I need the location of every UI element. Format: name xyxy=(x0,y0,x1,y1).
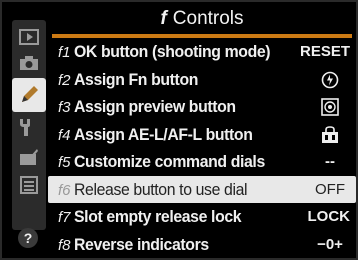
wrench-icon[interactable] xyxy=(19,118,39,136)
item-value: −0+ xyxy=(317,235,343,253)
item-code: f1 xyxy=(58,44,71,61)
help-button[interactable]: ? xyxy=(18,228,38,248)
item-label: OK button (shooting mode) xyxy=(73,42,271,61)
item-code: f8 xyxy=(58,236,71,254)
title-text: Controls xyxy=(172,8,244,29)
menu-item-assign-preview[interactable]: f3 Assign preview button xyxy=(58,93,356,121)
my-menu-icon[interactable] xyxy=(19,176,39,194)
retouch-icon[interactable] xyxy=(19,148,39,166)
settings-list: f1 OK button (shooting mode) RESET f2 Assi… xyxy=(48,38,356,259)
item-code: f5 xyxy=(58,154,71,171)
item-label: Customize command dials xyxy=(73,152,265,171)
item-value: OFF xyxy=(315,180,345,198)
menu-tabs-sidebar xyxy=(12,20,46,230)
pencil-icon[interactable] xyxy=(12,78,46,112)
menu-item-reverse-indicators[interactable]: f8 Reverse indicators −0+ xyxy=(58,231,356,259)
page-title: f Controls xyxy=(52,6,352,32)
ae-af-lock-icon xyxy=(316,125,344,144)
menu-item-ok-button[interactable]: f1 OK button (shooting mode) RESET xyxy=(58,38,356,66)
menu-item-slot-empty-lock[interactable]: f7 Slot empty release lock LOCK xyxy=(58,203,356,231)
item-value: RESET xyxy=(299,43,350,60)
item-code: f2 xyxy=(58,71,71,89)
custom-settings-screen: ? f Controls f1 OK button (shooting mode) … xyxy=(0,0,358,260)
menu-item-release-dial[interactable]: f6 Release button to use dial OFF xyxy=(48,175,356,203)
item-label: Slot empty release lock xyxy=(73,207,242,226)
item-label: Assign Fn button xyxy=(73,69,198,89)
bracket-icon xyxy=(316,71,344,89)
item-label: Release button to use dial xyxy=(73,179,248,199)
item-code: f7 xyxy=(58,209,71,226)
item-label: Reverse indicators xyxy=(73,234,209,254)
shutter-icon xyxy=(316,98,344,116)
menu-prefix: f xyxy=(160,8,167,29)
item-code: f4 xyxy=(58,126,71,144)
item-code: f6 xyxy=(58,181,71,199)
playback-icon[interactable] xyxy=(19,28,39,46)
item-label: Assign preview button xyxy=(73,97,236,116)
item-value: LOCK xyxy=(307,208,351,225)
camera-icon[interactable] xyxy=(19,54,39,72)
menu-item-assign-fn[interactable]: f2 Assign Fn button xyxy=(58,66,356,94)
item-value: -- xyxy=(325,153,335,170)
item-label: Assign AE-L/AF-L button xyxy=(73,124,253,144)
menu-item-assign-ael-afl[interactable]: f4 Assign AE-L/AF-L button xyxy=(58,121,356,149)
menu-item-command-dials[interactable]: f5 Customize command dials -- xyxy=(58,148,356,176)
item-code: f3 xyxy=(58,99,71,116)
